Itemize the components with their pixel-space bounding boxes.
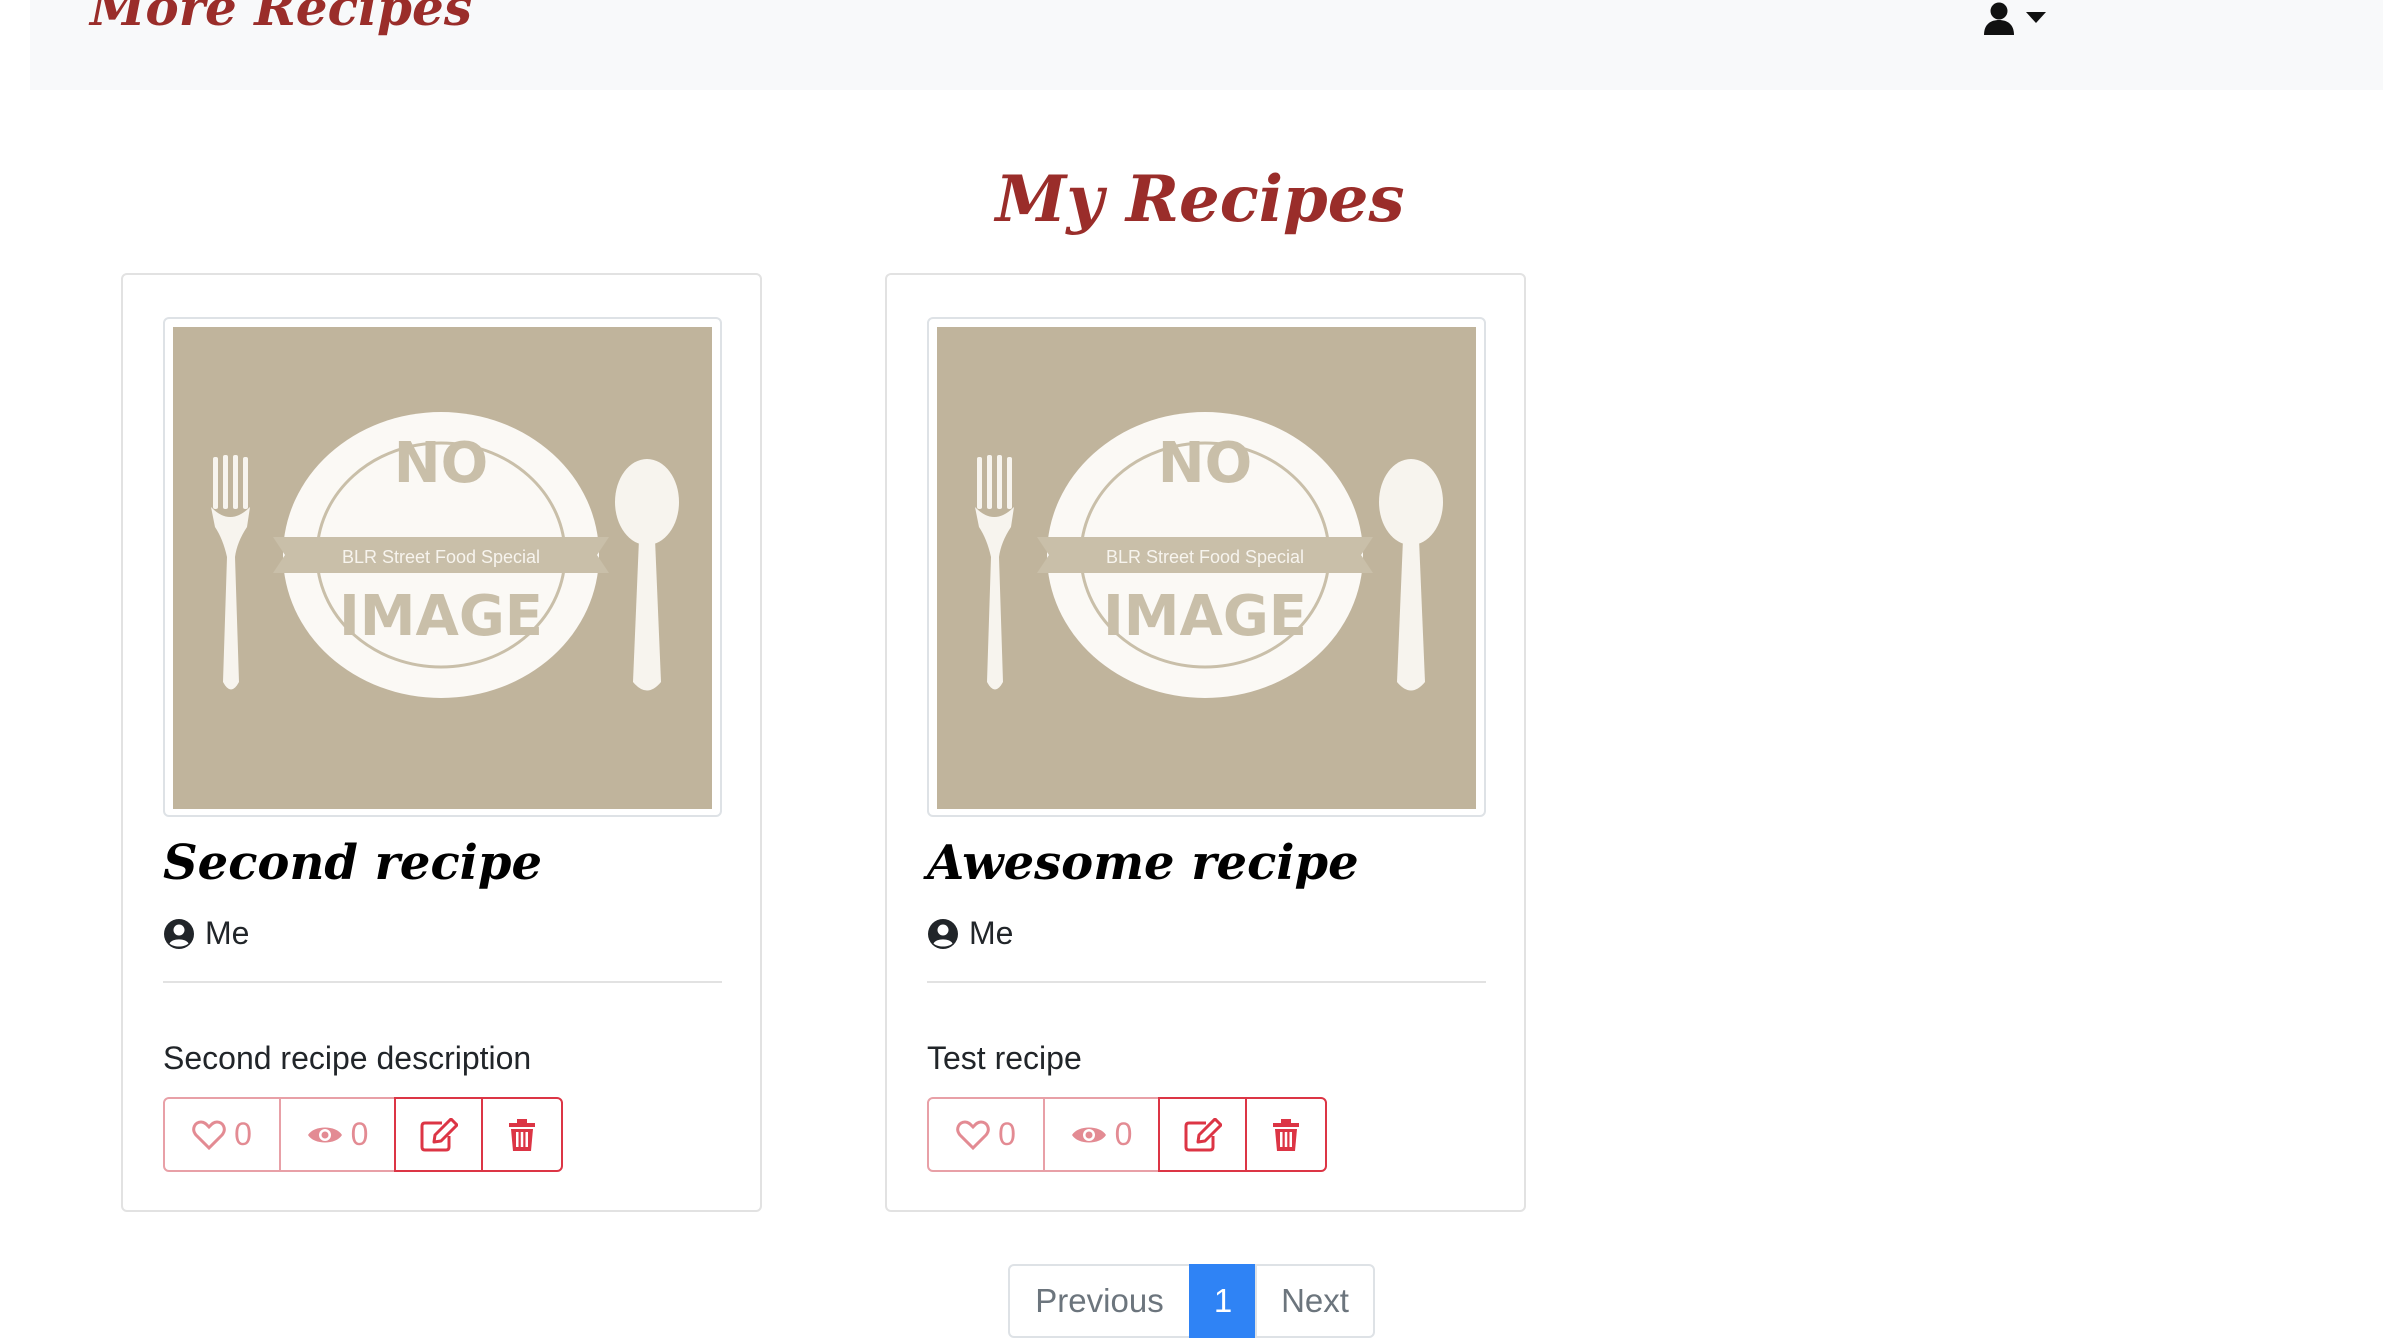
trash-icon [1273,1118,1299,1151]
no-image-placeholder: NO BLR Street Food Special IMAGE [937,327,1476,809]
pagination-previous[interactable]: Previous [1008,1264,1191,1338]
spoon-icon [1379,459,1443,691]
recipe-title[interactable]: Second recipe [163,835,542,891]
eye-icon [1071,1127,1106,1142]
recipe-description: Test recipe [927,1040,1082,1076]
recipe-title[interactable]: Awesome recipe [927,835,1359,891]
recipe-card: NO BLR Street Food Special IMAGE Awesome… [885,273,1526,1212]
spoon-icon [615,459,679,691]
author-name: Me [205,915,250,951]
recipe-actions: 0 0 [163,1097,563,1172]
svg-text:IMAGE: IMAGE [1103,584,1307,649]
recipe-image[interactable]: NO BLR Street Food Special IMAGE [927,317,1486,817]
heart-icon [192,1119,226,1150]
author-name: Me [969,915,1014,951]
user-circle-icon [164,918,194,949]
page-title: My Recipes [995,162,1405,237]
svg-text:BLR Street Food Special: BLR Street Food Special [1106,547,1304,567]
user-menu-dropdown[interactable] [1982,0,2046,36]
eye-icon [307,1127,342,1142]
no-image-placeholder: NO BLR Street Food Special IMAGE [173,327,712,809]
card-divider [927,981,1486,983]
recipe-author: Me [927,915,1013,952]
like-button[interactable]: 0 [163,1097,281,1172]
pagination-next[interactable]: Next [1255,1264,1375,1338]
edit-icon [1184,1117,1222,1151]
recipe-author: Me [163,915,249,952]
card-divider [163,981,722,983]
user-circle-icon [928,918,958,949]
view-count: 0 [350,1116,369,1152]
recipe-description: Second recipe description [163,1040,532,1076]
svg-text:BLR Street Food Special: BLR Street Food Special [342,547,540,567]
trash-icon [509,1118,535,1151]
heart-icon [956,1119,990,1150]
user-icon [1984,2,2014,35]
recipe-image[interactable]: NO BLR Street Food Special IMAGE [163,317,722,817]
delete-button[interactable] [1245,1097,1327,1172]
pagination-page-1[interactable]: 1 [1189,1264,1257,1338]
svg-text:NO: NO [1158,431,1252,496]
like-button[interactable]: 0 [927,1097,1045,1172]
edit-button[interactable] [394,1097,483,1172]
svg-text:IMAGE: IMAGE [339,584,543,649]
views-button[interactable]: 0 [279,1097,396,1172]
views-button[interactable]: 0 [1043,1097,1160,1172]
recipe-actions: 0 0 [927,1097,1327,1172]
edit-icon [420,1117,458,1151]
view-count: 0 [1114,1116,1133,1152]
svg-text:NO: NO [394,431,488,496]
brand-logo[interactable]: More Recipes [90,0,472,37]
fork-icon [211,455,250,690]
recipe-card: NO BLR Street Food Special IMAGE Second … [121,273,762,1212]
navbar: More Recipes [30,0,2383,90]
like-count: 0 [998,1116,1016,1152]
delete-button[interactable] [481,1097,563,1172]
edit-button[interactable] [1158,1097,1247,1172]
like-count: 0 [234,1116,252,1152]
fork-icon [975,455,1014,690]
caret-down-icon [2026,12,2046,23]
pagination: Previous 1 Next [1008,1264,1375,1338]
